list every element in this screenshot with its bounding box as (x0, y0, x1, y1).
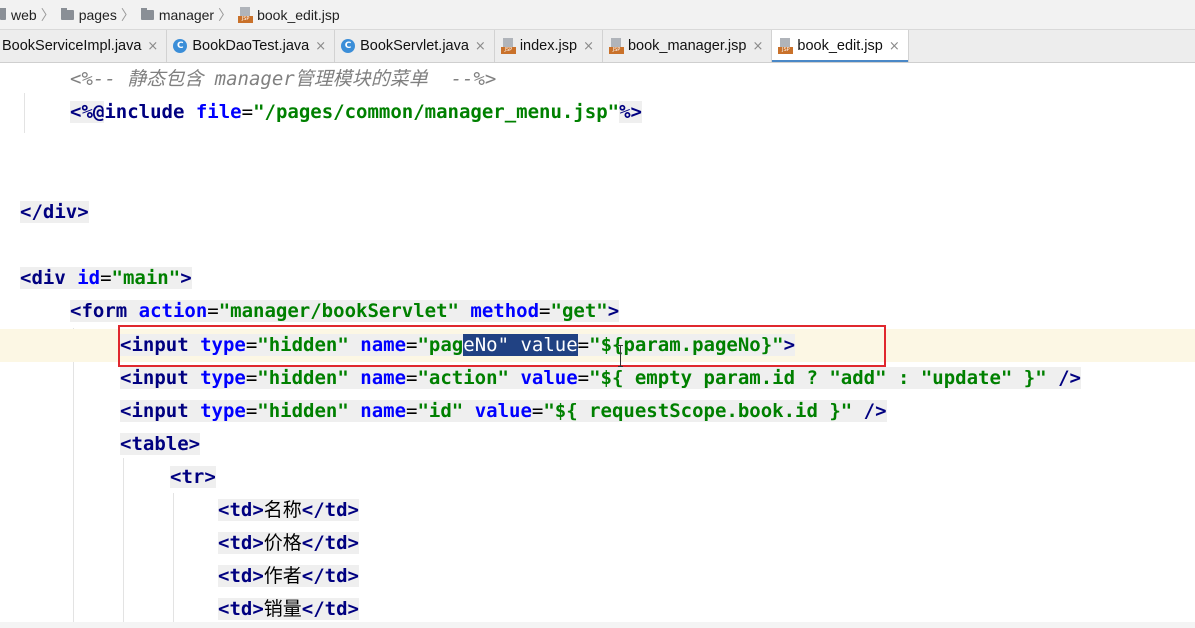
text-cursor-icon (618, 345, 624, 367)
tab-bookservlet[interactable]: C BookServlet.java × (335, 30, 495, 62)
horizontal-scrollbar[interactable] (0, 622, 1195, 628)
code-line: <td>名称</td> (218, 499, 359, 521)
close-icon[interactable]: × (752, 39, 763, 54)
jsp-file-icon: JSP (778, 38, 794, 54)
code-line: <form action="manager/bookServlet" metho… (70, 300, 620, 322)
tab-index-jsp[interactable]: JSP index.jsp × (495, 30, 603, 62)
code-editor[interactable]: <%-- 静态包含 manager管理模块的菜单 --%> <%@include… (0, 63, 1195, 628)
breadcrumb: web 〉 pages 〉 manager 〉 JSP book_edit.js… (0, 0, 1195, 30)
java-class-icon: C (173, 39, 188, 53)
code-line: <input type="hidden" name="action" value… (120, 367, 1081, 389)
close-icon[interactable]: × (475, 39, 486, 54)
breadcrumb-item-web[interactable]: web (0, 7, 37, 23)
tab-book-edit-jsp[interactable]: JSP book_edit.jsp × (772, 30, 909, 62)
java-class-icon: C (341, 39, 356, 53)
folder-icon (60, 7, 74, 20)
code-line-current: <input type="hidden" name="pageNo" value… (0, 329, 1195, 362)
code-line: <tr> (170, 466, 216, 488)
jsp-file-icon: JSP (238, 6, 254, 23)
tab-book-manager-jsp[interactable]: JSP book_manager.jsp × (603, 30, 773, 62)
jsp-file-icon: JSP (608, 38, 624, 54)
editor-tabs: BookServiceImpl.java × C BookDaoTest.jav… (0, 30, 1195, 63)
code-line: <div id="main"> (20, 267, 192, 289)
close-icon[interactable]: × (315, 39, 326, 54)
code-line: </div> (20, 201, 89, 223)
code-line: <input type="hidden" name="id" value="${… (120, 400, 887, 422)
code-line: <table> (120, 433, 201, 455)
close-icon[interactable]: × (583, 39, 594, 54)
code-line: <%-- 静态包含 manager管理模块的菜单 --%> (70, 68, 497, 90)
close-icon[interactable]: × (147, 39, 158, 54)
folder-icon (0, 7, 6, 20)
chevron-right-icon: 〉 (40, 6, 55, 23)
folder-icon (140, 7, 154, 20)
selected-text: eNo" (463, 334, 510, 356)
jsp-file-icon: JSP (500, 38, 516, 54)
code-line: <td>价格</td> (218, 532, 359, 554)
chevron-right-icon: 〉 (120, 6, 135, 23)
code-line: <%@include file="/pages/common/manager_m… (70, 101, 642, 123)
code-line: <td>作者</td> (218, 565, 359, 587)
close-icon[interactable]: × (889, 39, 900, 54)
breadcrumb-item-pages[interactable]: pages (60, 7, 117, 23)
breadcrumb-item-manager[interactable]: manager (140, 7, 214, 23)
tab-bookserviceimpl[interactable]: BookServiceImpl.java × (0, 30, 168, 62)
breadcrumb-item-file[interactable]: JSP book_edit.jsp (238, 6, 340, 23)
tab-bookdaotest[interactable]: C BookDaoTest.java × (167, 30, 336, 62)
chevron-right-icon: 〉 (218, 6, 233, 23)
